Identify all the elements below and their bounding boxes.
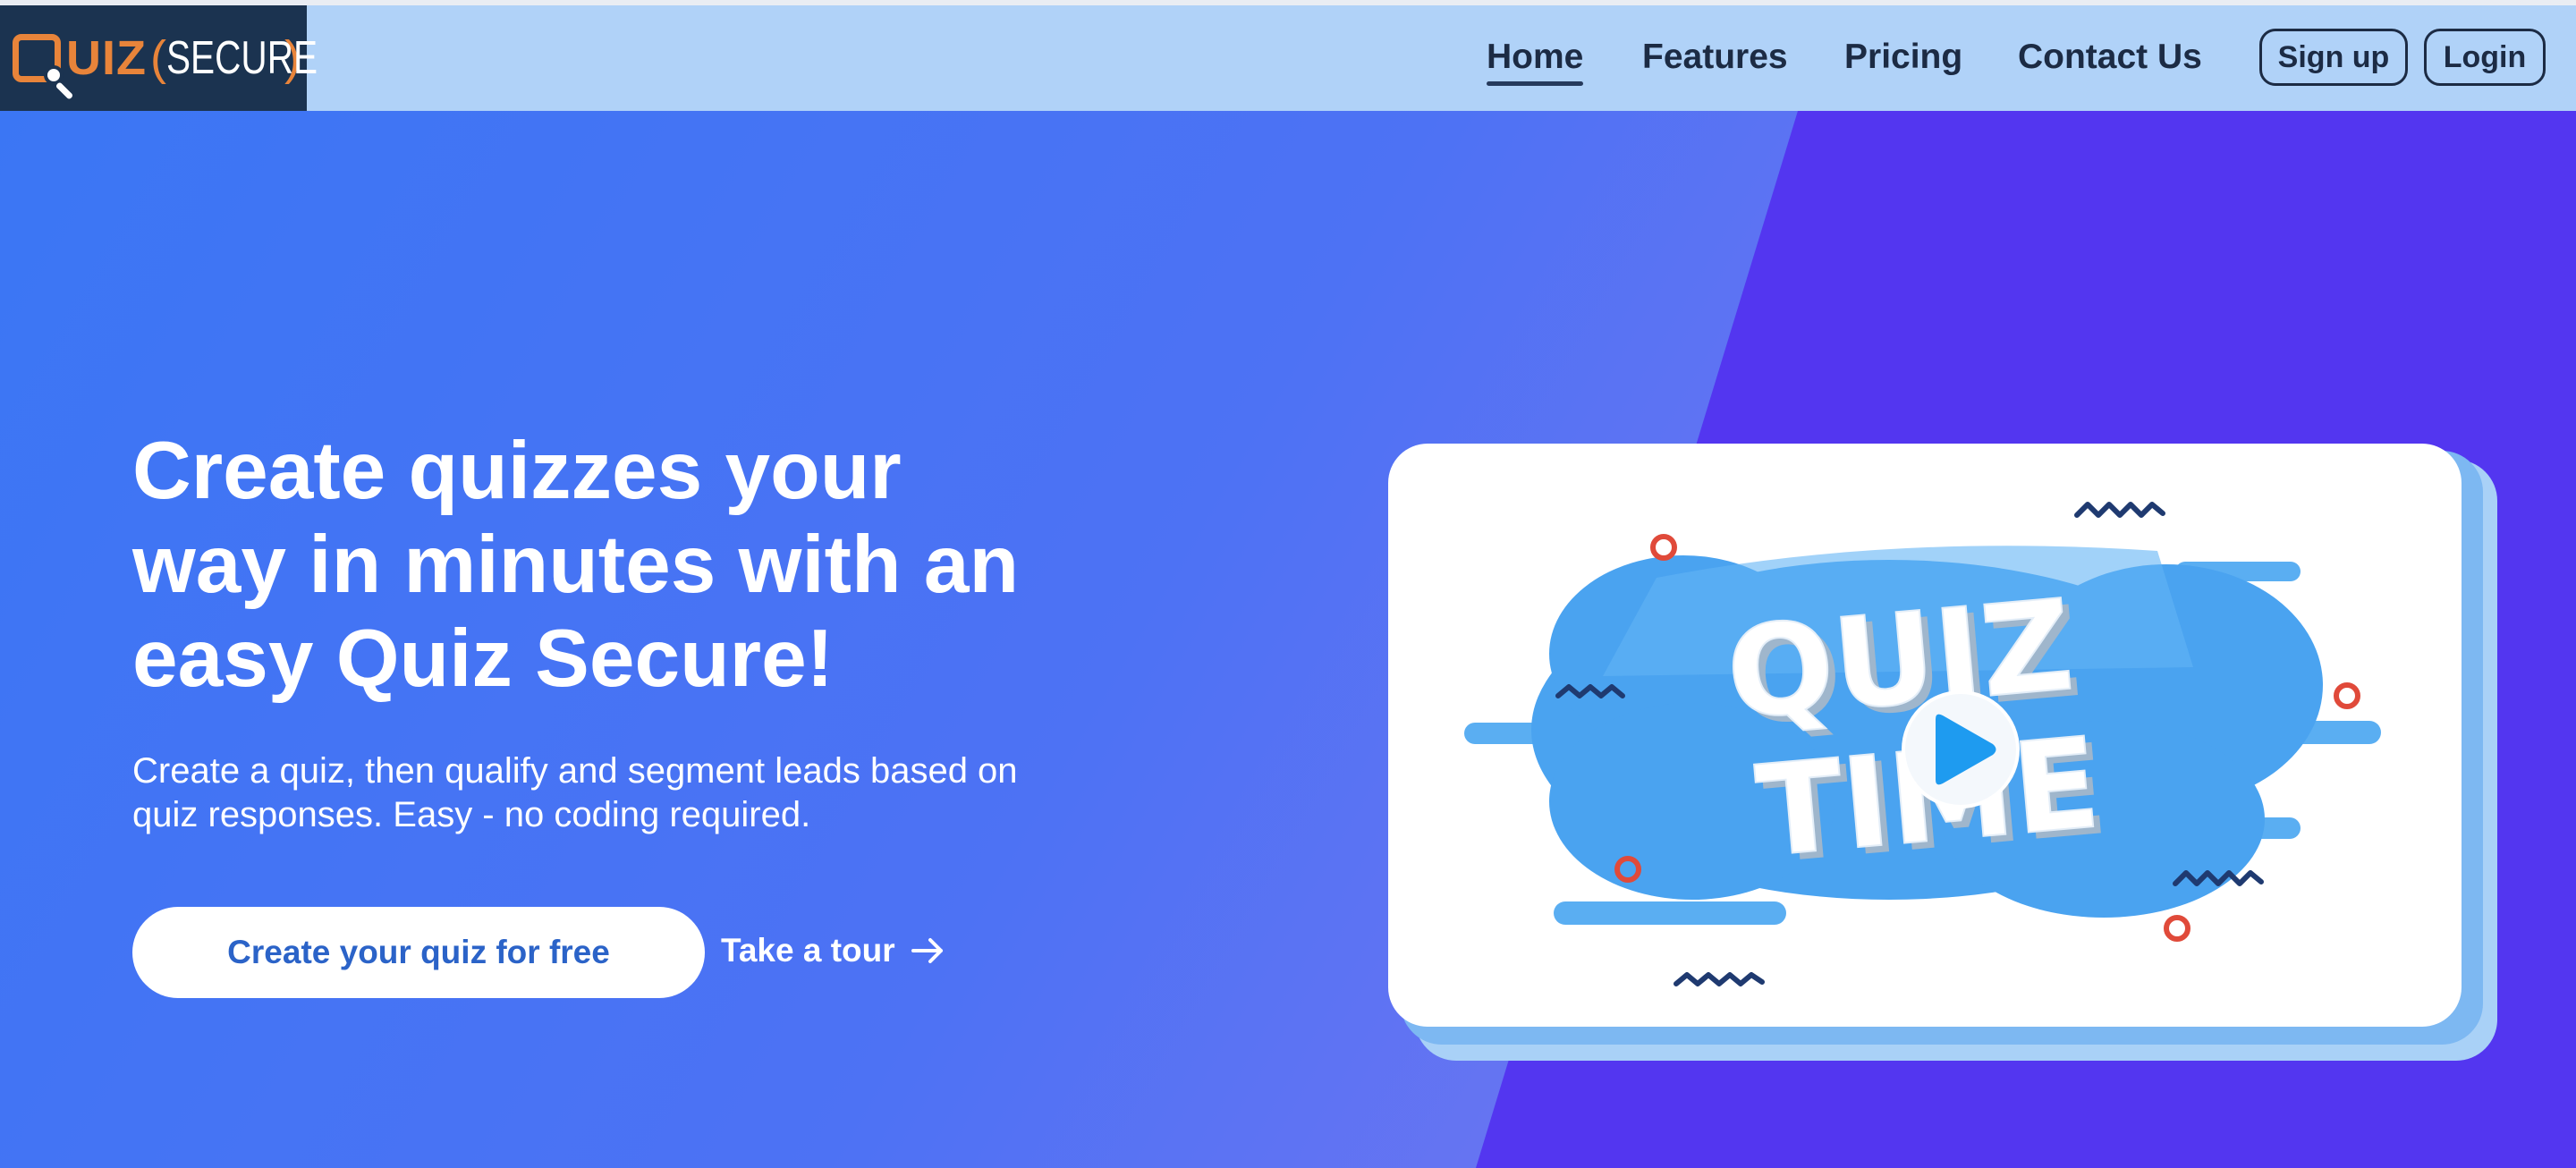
quiz-secure-logo[interactable]: UIZ ( SECURE )	[0, 5, 318, 111]
play-icon	[1902, 690, 2020, 808]
hero-subtext: Create a quiz, then qualify and segment …	[132, 751, 1018, 834]
arrow-right-icon	[911, 938, 943, 963]
logo-bracket-open: (	[150, 31, 166, 85]
take-tour-label: Take a tour	[721, 932, 895, 969]
login-button[interactable]: Login	[2424, 29, 2546, 86]
nav-home[interactable]: Home	[1487, 38, 1584, 86]
logo-text-secure: SECURE	[165, 32, 318, 84]
hero-headline: Create quizzes your way in minutes with …	[132, 426, 1020, 704]
site-header: UIZ ( SECURE ) Home Features Pricing Con…	[0, 5, 2576, 111]
logo-q-magnifier-icon	[13, 34, 74, 100]
nav-features[interactable]: Features	[1642, 38, 1788, 77]
nav-contact-us[interactable]: Contact Us	[2018, 38, 2202, 77]
nav-pricing[interactable]: Pricing	[1844, 38, 1962, 77]
quiz-time-illustration: QUIZ TIME QUIZ TIME	[1464, 502, 2381, 986]
logo-text-uiz: UIZ	[66, 31, 147, 85]
hero-section: Create quizzes your way in minutes with …	[0, 111, 2576, 1168]
create-quiz-button[interactable]: Create your quiz for free	[132, 907, 705, 998]
quiz-time-card[interactable]: QUIZ TIME QUIZ TIME	[1388, 444, 2462, 1027]
take-tour-link[interactable]: Take a tour	[721, 932, 945, 969]
signup-button[interactable]: Sign up	[2259, 29, 2408, 86]
